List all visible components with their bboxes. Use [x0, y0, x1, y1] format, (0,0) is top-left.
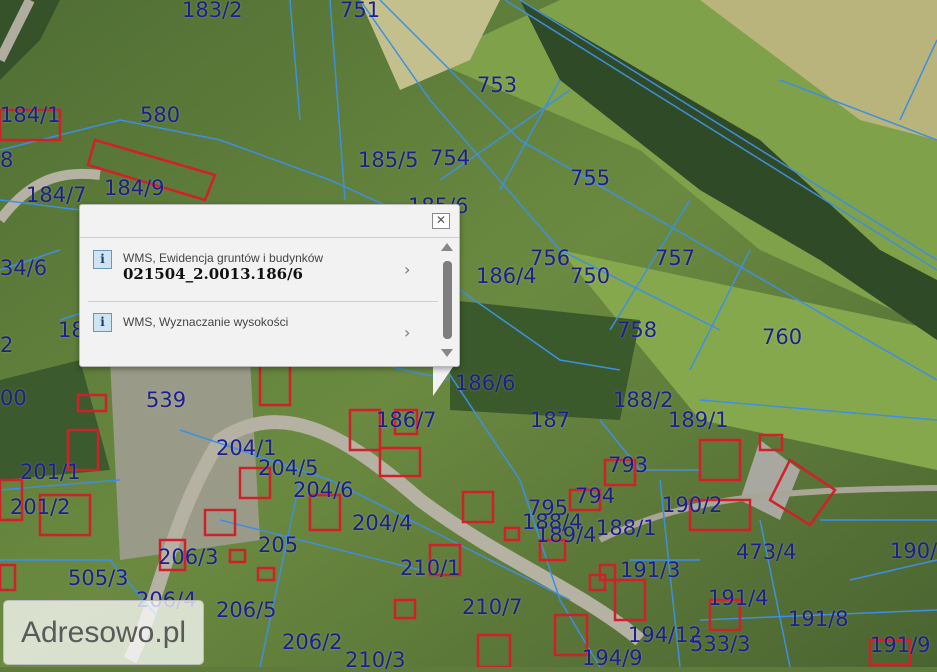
plot-number-label: 188/2 — [613, 388, 674, 412]
plot-number-label: 190/ — [890, 539, 937, 563]
result-row[interactable]: i WMS, Wyznaczanie wysokości › — [80, 305, 438, 365]
plot-number-label: 204/4 — [352, 511, 413, 535]
plot-number-label: 758 — [617, 318, 658, 342]
scroll-down-icon[interactable] — [441, 349, 453, 357]
close-button[interactable]: ✕ — [432, 213, 450, 229]
scroll-up-icon[interactable] — [441, 243, 453, 251]
plot-number-label: 793 — [608, 453, 649, 477]
plot-number-label: 186/4 — [476, 264, 537, 288]
plot-number-label: 186/6 — [455, 371, 516, 395]
chevron-right-icon[interactable]: › — [404, 323, 410, 342]
plot-number-label: 8 — [0, 148, 14, 172]
plot-number-label: 188/1 — [596, 516, 657, 540]
info-icon: i — [93, 313, 112, 332]
plot-number-label: 580 — [140, 103, 181, 127]
plot-number-label: 539 — [146, 388, 187, 412]
plot-number-label: 184/7 — [26, 183, 87, 207]
row-divider — [88, 301, 438, 302]
result-value: 021504_2.0013.186/6 — [123, 265, 303, 283]
plot-number-label: 473/4 — [736, 540, 797, 564]
plot-number-label: 205 — [258, 533, 299, 557]
plot-number-label: 204/5 — [258, 456, 319, 480]
plot-number-label: 755 — [570, 166, 611, 190]
plot-number-label: 191/9 — [870, 633, 931, 657]
popup-scrollbar[interactable] — [441, 241, 455, 361]
popup-header: ✕ — [80, 205, 459, 238]
plot-number-label: 210/7 — [462, 595, 523, 619]
info-icon: i — [93, 250, 112, 269]
plot-number-label: 206/5 — [216, 598, 277, 622]
plot-number-label: 204/6 — [293, 478, 354, 502]
tree-area — [450, 300, 640, 420]
plot-number-label: 206/2 — [282, 630, 343, 654]
plot-number-label: 750 — [570, 264, 611, 288]
feature-info-popup: ✕ i WMS, Ewidencja gruntów i budynków 02… — [79, 204, 460, 367]
plot-number-label: 185/5 — [358, 148, 419, 172]
result-layer-title: WMS, Ewidencja gruntów i budynków — [123, 251, 324, 265]
plot-number-label: 754 — [430, 146, 471, 170]
plot-number-label: 760 — [762, 325, 803, 349]
plot-number-label: 190/2 — [662, 493, 723, 517]
popup-pointer — [433, 364, 455, 396]
plot-number-label: 201/2 — [10, 495, 71, 519]
brand-logo[interactable]: Adresowo.pl — [3, 600, 204, 665]
chevron-right-icon[interactable]: › — [404, 260, 410, 279]
plot-number-label: 191/3 — [620, 558, 681, 582]
plot-number-label: 757 — [655, 246, 696, 270]
plot-number-label: 34/6 — [0, 256, 48, 280]
plot-number-label: 2 — [0, 333, 14, 357]
plot-number-label: 184/9 — [104, 176, 165, 200]
plot-number-label: 201/1 — [20, 460, 81, 484]
scroll-thumb[interactable] — [443, 261, 452, 339]
plot-number-label: 191/4 — [708, 586, 769, 610]
plot-number-label: 189/1 — [668, 408, 729, 432]
plot-number-label: 505/3 — [68, 566, 129, 590]
plot-number-label: 191/8 — [788, 607, 849, 631]
plot-number-label: 183/2 — [182, 0, 243, 22]
plot-number-label: 194/9 — [582, 646, 643, 670]
plot-number-label: 753 — [477, 73, 518, 97]
plot-number-label: 00 — [0, 386, 27, 410]
plot-number-label: 210/1 — [400, 556, 461, 580]
plot-number-label: 794 — [575, 484, 616, 508]
plot-number-label: 533/3 — [690, 632, 751, 656]
result-row[interactable]: i WMS, Ewidencja gruntów i budynków 0215… — [80, 241, 438, 301]
plot-number-label: 187 — [530, 408, 571, 432]
plot-number-label: 210/3 — [345, 648, 406, 672]
plot-number-label: 184/1 — [0, 103, 61, 127]
result-layer-title: WMS, Wyznaczanie wysokości — [123, 315, 289, 329]
plot-number-label: 189/4 — [536, 523, 597, 547]
plot-number-label: 751 — [340, 0, 381, 22]
plot-number-label: 186/7 — [376, 408, 437, 432]
plot-number-label: 206/3 — [158, 545, 219, 569]
